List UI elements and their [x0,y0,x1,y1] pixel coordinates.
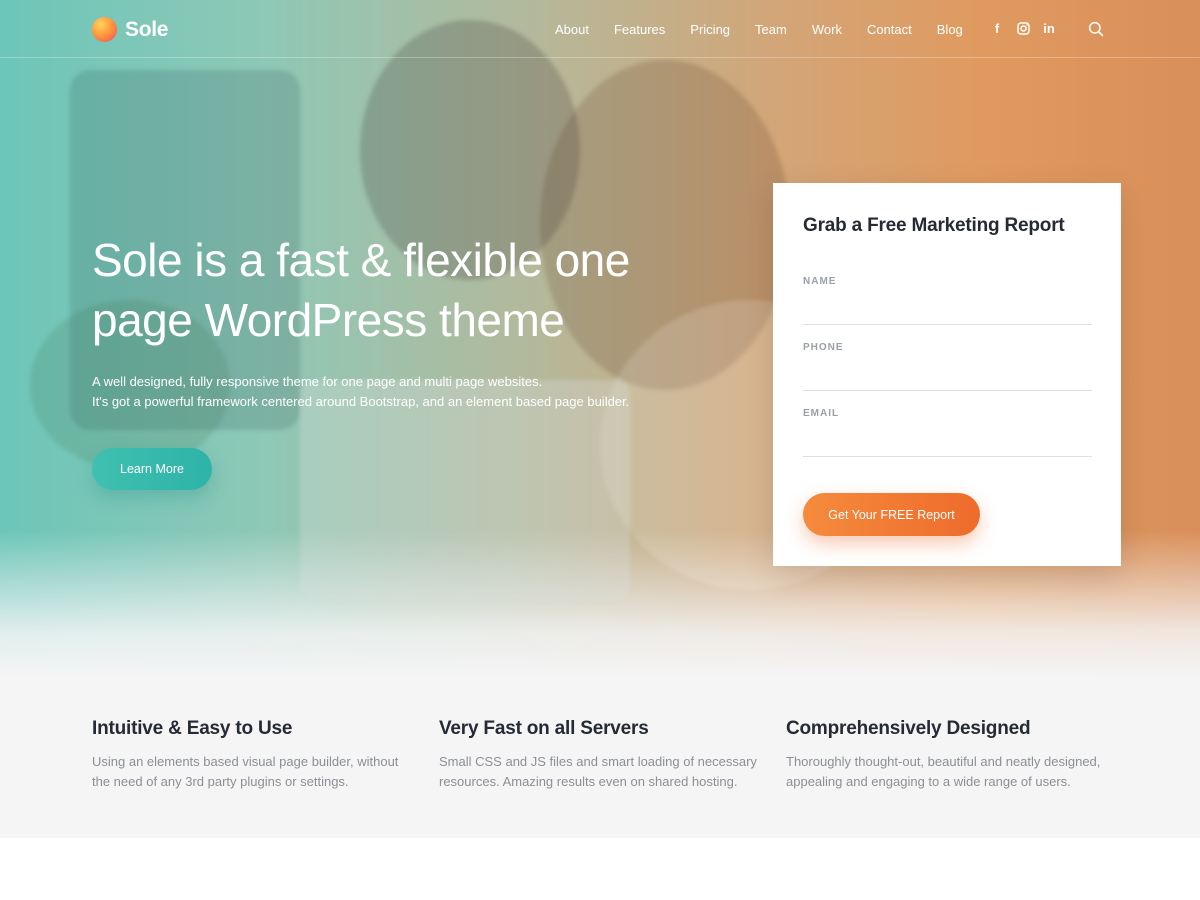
feature-title: Very Fast on all Servers [439,718,649,739]
search-icon[interactable] [1088,21,1104,37]
brand-logo[interactable]: Sole [92,17,168,42]
feature-text: Thoroughly thought-out, beautiful and ne… [786,754,1101,789]
nav-link-team[interactable]: Team [755,22,787,37]
feature-item: Comprehensively Designed Thoroughly thou… [786,718,1106,792]
feature-title: Intuitive & Easy to Use [92,718,293,739]
hero-subtitle-line-2: It's got a powerful framework centered a… [92,394,630,409]
nav-link-pricing[interactable]: Pricing [690,22,730,37]
nav-link-features[interactable]: Features [614,22,665,37]
hero-title: Sole is a fast & flexible one page WordP… [92,234,630,346]
email-field-group: EMAIL [803,408,1092,457]
name-field[interactable] [803,295,1092,325]
social-links: f in [990,19,1056,37]
feature-title: Comprehensively Designed [786,718,1031,739]
get-report-button[interactable]: Get Your FREE Report [803,493,980,536]
hero-section: Sole About Features Pricing Team Work Co… [0,0,1200,680]
instagram-icon[interactable] [1016,19,1030,37]
feature-text: Using an elements based visual page buil… [92,754,399,789]
name-field-label: NAME [803,276,837,287]
feature-item: Very Fast on all Servers Small CSS and J… [439,718,759,792]
facebook-icon[interactable]: f [990,19,1004,37]
hero-subtitle: A well designed, fully responsive theme … [92,372,712,412]
nav-link-contact[interactable]: Contact [867,22,912,37]
email-field-label: EMAIL [803,408,840,419]
feature-text: Small CSS and JS files and smart loading… [439,754,757,789]
email-field[interactable] [803,427,1092,457]
phone-field-label: PHONE [803,342,844,353]
lead-form-card: Grab a Free Marketing Report NAME PHONE … [773,183,1121,566]
phone-field[interactable] [803,361,1092,391]
main-menu: About Features Pricing Team Work Contact… [555,22,988,37]
learn-more-button[interactable]: Learn More [92,448,212,490]
phone-field-group: PHONE [803,342,1092,391]
features-section: Intuitive & Easy to Use Using an element… [0,680,1200,838]
top-navigation: Sole About Features Pricing Team Work Co… [0,0,1200,58]
nav-link-about[interactable]: About [555,22,589,37]
logo-circle-icon [92,17,117,42]
form-title: Grab a Free Marketing Report [803,215,1065,236]
nav-link-blog[interactable]: Blog [937,22,963,37]
name-field-group: NAME [803,276,1092,325]
linkedin-icon[interactable]: in [1042,19,1056,37]
brand-name: Sole [125,17,169,41]
nav-link-work[interactable]: Work [812,22,842,37]
feature-item: Intuitive & Easy to Use Using an element… [92,718,412,792]
hero-subtitle-line-1: A well designed, fully responsive theme … [92,374,543,389]
